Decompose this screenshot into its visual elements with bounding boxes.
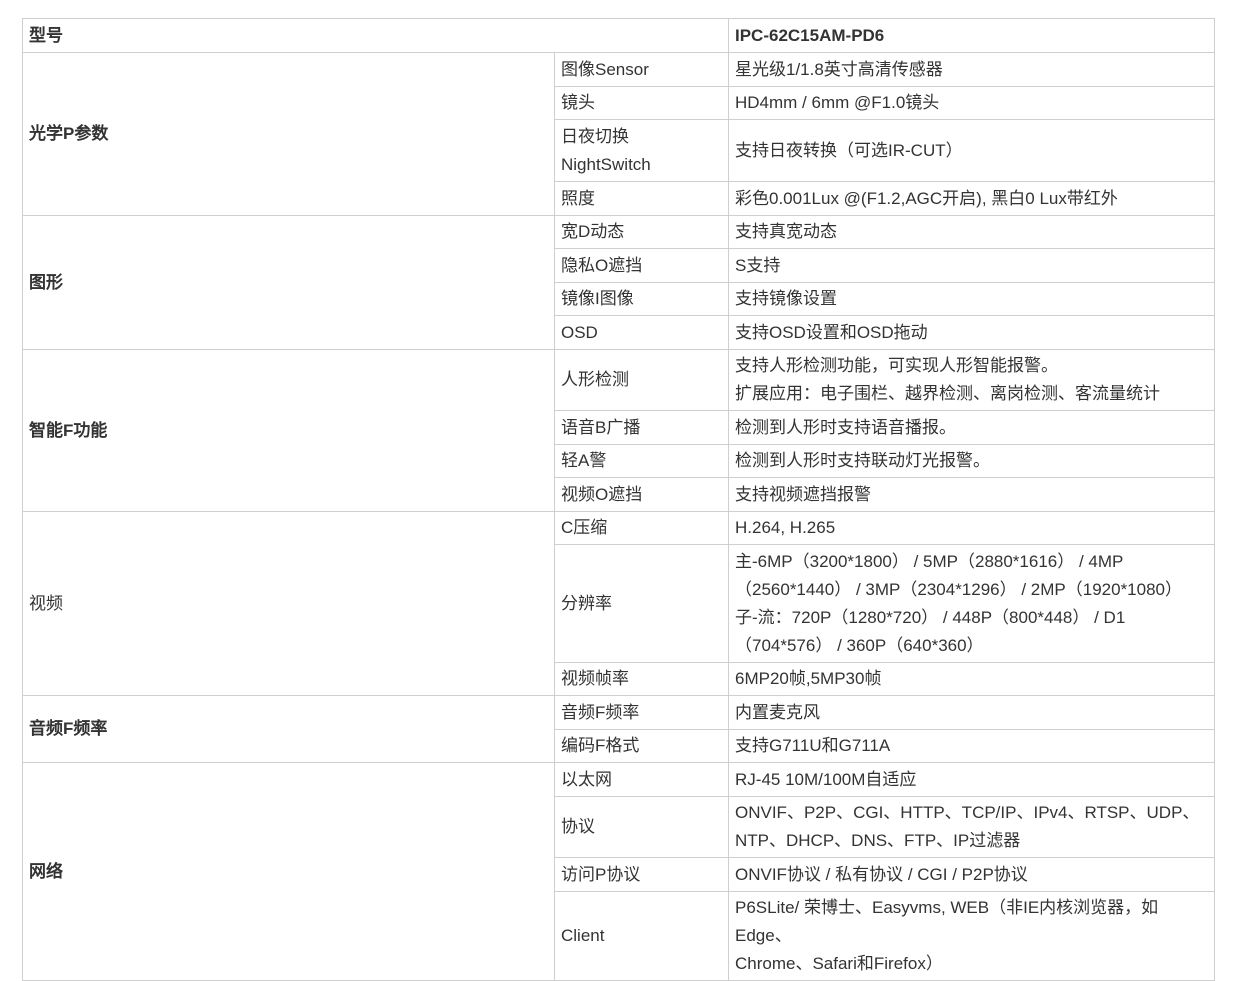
group-network: 网络 xyxy=(22,762,555,981)
group-smart: 智能F功能 xyxy=(22,349,555,512)
value-cell: 支持OSD设置和OSD拖动 xyxy=(728,315,1215,350)
value-cell: ONVIF、P2P、CGI、HTTP、TCP/IP、IPv4、RTSP、UDP、… xyxy=(728,796,1215,858)
param-cell: 图像Sensor xyxy=(554,52,729,87)
value-cell: 支持视频遮挡报警 xyxy=(728,477,1215,512)
value-cell: 支持G711U和G711A xyxy=(728,729,1215,763)
value-cell: 检测到人形时支持语音播报。 xyxy=(728,410,1215,445)
param-cell: 访问P协议 xyxy=(554,857,729,892)
param-cell: 编码F格式 xyxy=(554,729,729,763)
table-row: 图形 宽D动态 支持真宽动态 xyxy=(22,215,1215,350)
param-cell: 协议 xyxy=(554,796,729,858)
group-video: 视频 xyxy=(22,511,555,696)
value-cell: RJ-45 10M/100M自适应 xyxy=(728,762,1215,797)
param-cell: 宽D动态 xyxy=(554,215,729,249)
value-cell: S支持 xyxy=(728,248,1215,283)
param-cell: 音频F频率 xyxy=(554,695,729,730)
value-line: 支持人形检测功能，可实现人形智能报警。 xyxy=(735,356,1058,375)
param-cell: 轻A警 xyxy=(554,444,729,478)
param-cell: Client xyxy=(554,891,729,981)
table-row: 型号 IPC-62C15AM-PD6 xyxy=(22,18,1215,53)
param-cell: 照度 xyxy=(554,181,729,216)
value-cell: 支持镜像设置 xyxy=(728,282,1215,316)
param-cell: 视频O遮挡 xyxy=(554,477,729,512)
value-cell: P6SLite/ 荣博士、Easyvms, WEB（非IE内核浏览器，如Edge… xyxy=(728,891,1215,981)
value-line: NTP、DHCP、DNS、FTP、IP过滤器 xyxy=(735,831,1021,850)
value-cell: 主-6MP（3200*1800） / 5MP（2880*1616） / 4MP … xyxy=(728,544,1215,663)
param-cell: 日夜切换 NightSwitch xyxy=(554,119,729,182)
value-line: P6SLite/ 荣博士、Easyvms, WEB（非IE内核浏览器，如Edge… xyxy=(735,898,1159,945)
group-image: 图形 xyxy=(22,215,555,350)
table-row: 智能F功能 人形检测 支持人形检测功能，可实现人形智能报警。 扩展应用：电子围栏… xyxy=(22,349,1215,512)
param-cell: 隐私O遮挡 xyxy=(554,248,729,283)
value-cell: 检测到人形时支持联动灯光报警。 xyxy=(728,444,1215,478)
value-cell: 支持日夜转换（可选IR-CUT） xyxy=(728,119,1215,182)
table-row: 音频F频率 音频F频率 内置麦克风 xyxy=(22,695,1215,763)
value-cell: HD4mm / 6mm @F1.0镜头 xyxy=(728,86,1215,120)
value-line: （2560*1440） / 3MP（2304*1296） / 2MP（1920*… xyxy=(735,579,1183,599)
table-row: 视频 C压缩 H.264, H.265 xyxy=(22,511,1215,696)
param-cell: 视频帧率 xyxy=(554,662,729,696)
param-cell: 人形检测 xyxy=(554,349,729,411)
group-audio: 音频F频率 xyxy=(22,695,555,763)
spec-table: 型号 IPC-62C15AM-PD6 光学P参数 图像Sensor 星光级1/1… xyxy=(22,18,1215,981)
model-value: IPC-62C15AM-PD6 xyxy=(728,18,1215,53)
value-cell: 支持真宽动态 xyxy=(728,215,1215,249)
value-cell: 6MP20帧,5MP30帧 xyxy=(728,662,1215,696)
param-line: NightSwitch xyxy=(561,154,651,174)
param-cell: OSD xyxy=(554,315,729,350)
value-cell: 内置麦克风 xyxy=(728,695,1215,730)
value-line: ONVIF、P2P、CGI、HTTP、TCP/IP、IPv4、RTSP、UDP、 xyxy=(735,803,1200,822)
value-cell: 支持人形检测功能，可实现人形智能报警。 扩展应用：电子围栏、越界检测、离岗检测、… xyxy=(728,349,1215,411)
value-cell: H.264, H.265 xyxy=(728,511,1215,545)
param-cell: 分辨率 xyxy=(554,544,729,663)
param-cell: 镜头 xyxy=(554,86,729,120)
table-row: 光学P参数 图像Sensor 星光级1/1.8英寸高清传感器 xyxy=(22,52,1215,216)
table-row: 网络 以太网 RJ-45 10M/100M自适应 xyxy=(22,762,1215,981)
param-cell: 以太网 xyxy=(554,762,729,797)
model-label: 型号 xyxy=(22,18,729,53)
value-line: （704*576） / 360P（640*360） xyxy=(735,635,984,655)
param-cell: C压缩 xyxy=(554,511,729,545)
group-optics: 光学P参数 xyxy=(22,52,555,216)
value-line: 扩展应用：电子围栏、越界检测、离岗检测、客流量统计 xyxy=(735,384,1160,403)
value-line: 主-6MP（3200*1800） / 5MP（2880*1616） / 4MP xyxy=(735,551,1124,571)
value-line: Chrome、Safari和Firefox） xyxy=(735,954,943,973)
param-cell: 语音B广播 xyxy=(554,410,729,445)
value-cell: ONVIF协议 / 私有协议 / CGI / P2P协议 xyxy=(728,857,1215,892)
value-cell: 星光级1/1.8英寸高清传感器 xyxy=(728,52,1215,87)
value-cell: 彩色0.001Lux @(F1.2,AGC开启), 黑白0 Lux带红外 xyxy=(728,181,1215,216)
param-line: 日夜切换 xyxy=(561,126,629,146)
param-cell: 镜像I图像 xyxy=(554,282,729,316)
value-line: 子-流：720P（1280*720） / 448P（800*448） / D1 xyxy=(735,607,1126,627)
